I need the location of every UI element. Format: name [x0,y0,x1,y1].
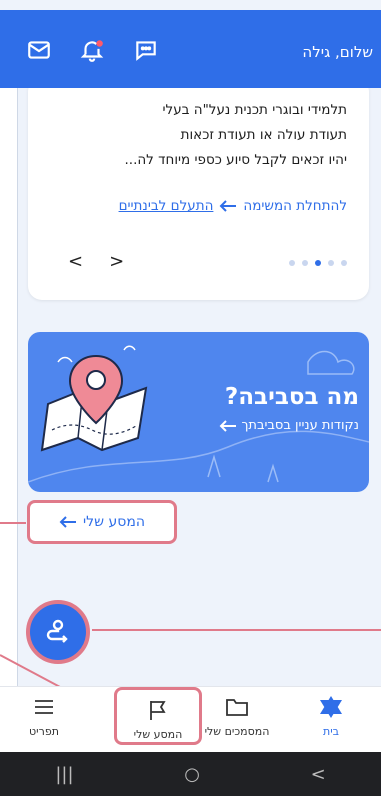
arrow-left-icon [219,200,237,212]
nav-home-label: בית [322,725,340,738]
flag-icon [150,701,166,720]
banner-title: מה בסביבה? [224,384,359,410]
nav-my-journey[interactable]: המסע שלי [114,687,202,745]
dismiss-link[interactable]: התעלם לבינתיים [119,198,214,214]
star-of-david-icon [320,696,342,718]
app-screen: שלום, גילה תלמידי ובוגרי תכנית נעל"ה בעל… [0,0,381,796]
bottom-navigation: בית המסמכים שלי המסע שלי תפריט [0,686,381,752]
start-task-link[interactable]: להתחלת המשימה [243,198,347,214]
carousel-dot[interactable] [289,260,295,266]
side-strip [0,88,18,686]
bell-icon[interactable] [78,36,106,64]
nav-my-documents[interactable]: המסמכים שלי [193,695,281,738]
banner-subtitle-text: נקודות עניין בסביבתך [241,418,359,433]
carousel-next-button[interactable]: > [109,251,124,272]
task-line: תלמידי ובוגרי תכנית נעל"ה בעלי [162,102,347,118]
carousel-dots [289,260,347,266]
home-content[interactable]: תלמידי ובוגרי תכנית נעל"ה בעלי תעודת עול… [18,88,381,686]
carousel-nav: < > [68,251,124,272]
route-fab-button[interactable] [26,600,90,664]
my-journey-chip[interactable]: המסע שלי [27,500,177,544]
carousel-dot-active[interactable] [315,260,321,266]
carousel-prev-button[interactable]: < [68,251,83,272]
system-navigation-bar: ||| ○ < [0,752,381,796]
chat-icon[interactable] [132,36,160,64]
back-system-button[interactable]: < [311,764,326,785]
task-line: תעודת עולה או תעודת זכאות [180,127,347,143]
recent-apps-button[interactable]: ||| [55,764,73,785]
home-system-button[interactable]: ○ [184,764,200,785]
top-app-bar: שלום, גילה [0,10,381,88]
carousel-dot[interactable] [341,260,347,266]
nav-home[interactable]: בית [287,695,375,738]
nav-journey-label: המסע שלי [133,728,183,741]
map-pin-illustration [40,345,148,452]
banner-subtitle[interactable]: נקודות עניין בסביבתך [219,418,359,433]
carousel-dot[interactable] [328,260,334,266]
carousel-dot[interactable] [302,260,308,266]
nav-docs-label: המסמכים שלי [204,725,270,738]
nav-menu-label: תפריט [29,725,59,738]
arrow-left-icon [219,419,237,432]
route-icon [46,619,68,643]
mail-icon[interactable] [25,36,53,64]
greeting-text: שלום, גילה [302,43,373,61]
menu-icon [35,700,53,714]
task-line: יהיו זכאים לקבל סיוע כספי מיוחד לה... [124,152,347,168]
task-card-text: תלמידי ובוגרי תכנית נעל"ה בעלי תעודת עול… [47,98,347,173]
arrow-left-icon [59,516,77,528]
folder-icon [226,699,248,716]
task-card: תלמידי ובוגרי תכנית נעל"ה בעלי תעודת עול… [28,88,369,300]
my-journey-chip-label: המסע שלי [83,514,145,530]
task-card-links: להתחלת המשימה התעלם לבינתיים [119,198,347,214]
nav-menu[interactable]: תפריט [0,695,88,738]
whats-nearby-banner[interactable]: מה בסביבה? נקודות עניין בסביבתך [28,332,369,492]
